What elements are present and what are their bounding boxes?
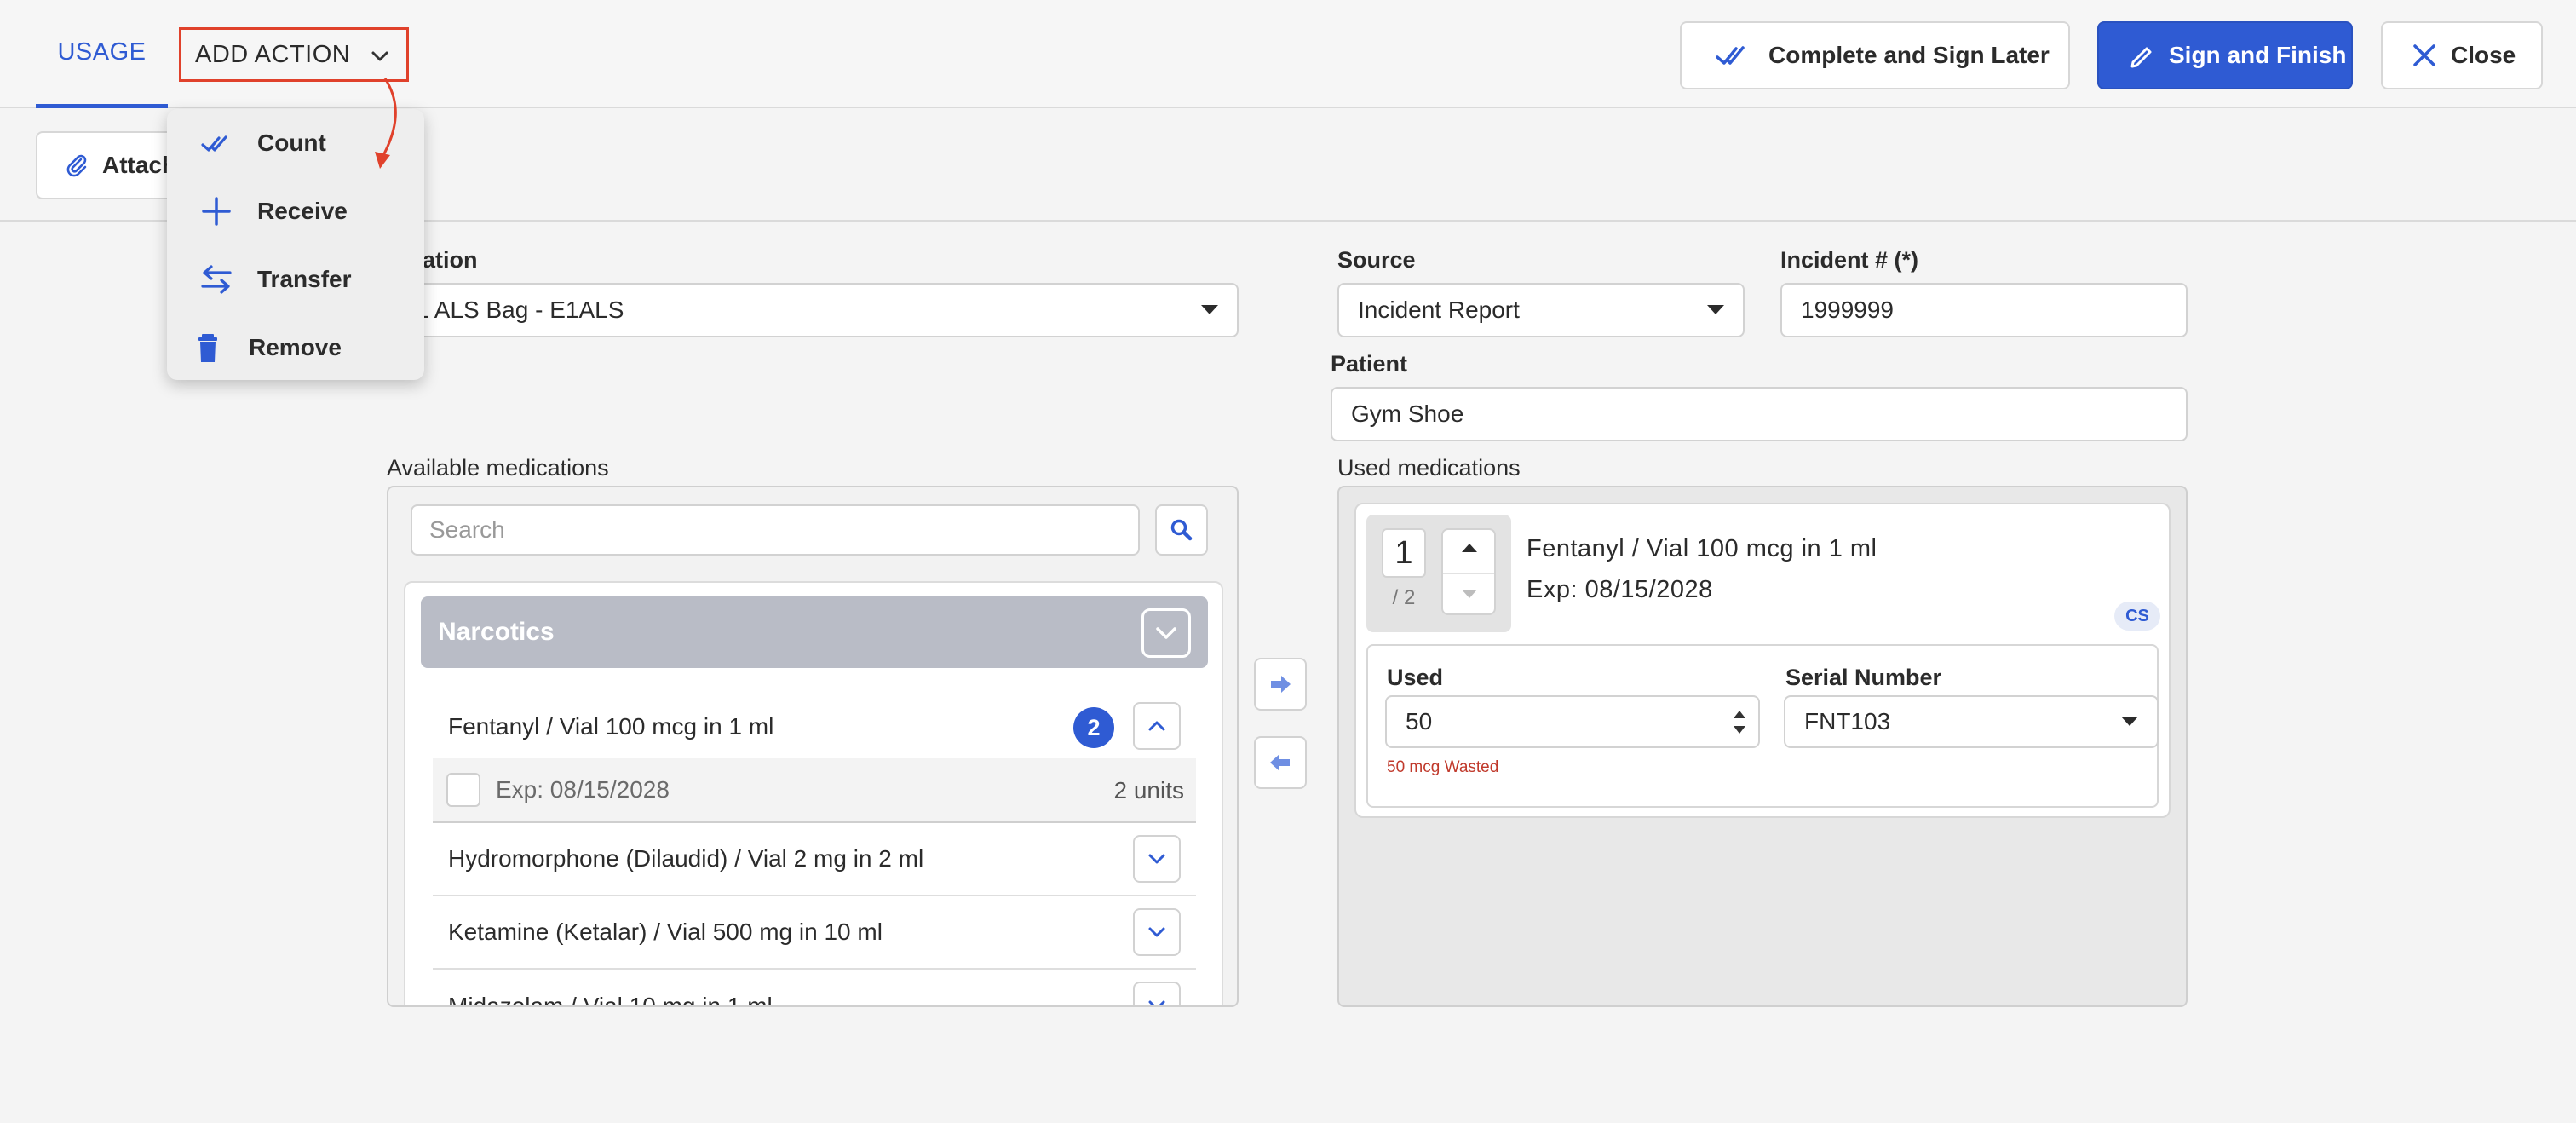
search-icon	[1170, 519, 1193, 541]
sign-and-finish-label: Sign and Finish	[2169, 42, 2347, 68]
serial-number-select[interactable]: FNT103	[1784, 695, 2159, 748]
menu-item-label: Transfer	[257, 266, 352, 292]
lot-exp: Exp: 08/15/2028	[496, 776, 670, 803]
source-select[interactable]: Incident Report	[1337, 283, 1745, 337]
medication-name: Ketamine (Ketalar) / Vial 500 mg in 10 m…	[448, 919, 883, 945]
search-input[interactable]: Search	[411, 504, 1140, 556]
quantity-value[interactable]: 1	[1382, 528, 1426, 578]
expand-button[interactable]	[1133, 835, 1181, 883]
list-item[interactable]: Ketamine (Ketalar) / Vial 500 mg in 10 m…	[433, 896, 1196, 970]
arrow-left-icon	[1270, 754, 1290, 771]
double-check-icon	[1716, 46, 1745, 65]
menu-item-label: Count	[257, 130, 326, 156]
used-medications-label: Used medications	[1337, 455, 1521, 481]
medication-name: Hydromorphone (Dilaudid) / Vial 2 mg in …	[448, 845, 924, 872]
waste-note: 50 mcg Wasted	[1387, 758, 1499, 776]
patient-value: Gym Shoe	[1351, 400, 1464, 427]
serial-number-label: Serial Number	[1785, 665, 1942, 690]
incident-value: 1999999	[1801, 297, 1895, 323]
quantity-stepper: 1 / 2	[1366, 515, 1511, 632]
group-header-narcotics[interactable]: Narcotics	[421, 596, 1208, 668]
sign-and-finish-button[interactable]: Sign and Finish	[2097, 21, 2353, 89]
medication-list: Narcotics Fentanyl / Vial 100 mcg in 1 m…	[404, 581, 1223, 1007]
increment-icon[interactable]	[1462, 544, 1477, 552]
chevron-down-icon	[1148, 854, 1165, 864]
list-item[interactable]: Hydromorphone (Dilaudid) / Vial 2 mg in …	[433, 823, 1196, 896]
menu-item-label: Remove	[249, 334, 342, 360]
lot-units: 2 units	[1113, 777, 1185, 803]
close-icon	[2413, 44, 2435, 66]
quantity-step-buttons[interactable]	[1441, 528, 1496, 615]
controlled-substance-badge: CS	[2114, 602, 2160, 631]
pen-icon	[2130, 47, 2152, 68]
trash-icon	[198, 334, 217, 362]
location-value: 1 ALS Bag - E1ALS	[416, 297, 624, 323]
lot-checkbox[interactable]	[446, 773, 480, 807]
collapse-button[interactable]	[1133, 702, 1181, 750]
location-label: ation	[423, 247, 478, 273]
source-label: Source	[1337, 247, 1416, 273]
menu-item-receive[interactable]: Receive	[167, 177, 424, 245]
expand-button[interactable]	[1133, 982, 1181, 1005]
medication-name: Midazolam / Vial 10 mg in 1 ml	[448, 993, 773, 1007]
menu-item-remove[interactable]: Remove	[167, 314, 424, 382]
close-button[interactable]: Close	[2381, 21, 2543, 89]
move-left-button[interactable]	[1254, 736, 1307, 789]
source-value: Incident Report	[1358, 297, 1520, 323]
tab-usage[interactable]: USAGE	[36, 0, 168, 108]
used-medication-name: Fentanyl / Vial 100 mcg in 1 ml	[1527, 535, 1877, 562]
complete-and-sign-later-label: Complete and Sign Later	[1768, 42, 2050, 68]
add-action-dropdown[interactable]: ADD ACTION	[179, 27, 409, 82]
move-right-button[interactable]	[1254, 658, 1307, 711]
expand-button[interactable]	[1133, 908, 1181, 956]
arrow-right-icon	[1271, 676, 1291, 693]
caret-down-icon	[2121, 717, 2138, 726]
chevron-down-icon	[371, 51, 388, 61]
used-medications-panel: 1 / 2 Fentanyl / Vial 100 mcg in 1 ml Ex…	[1337, 486, 2188, 1007]
used-amount-label: Used	[1387, 665, 1444, 690]
available-medications-label: Available medications	[387, 455, 609, 481]
lot-row[interactable]: Exp: 08/15/2028 2 units	[433, 758, 1196, 823]
spinner-icon[interactable]	[1733, 711, 1746, 738]
count-badge: 2	[1073, 707, 1114, 748]
group-label: Narcotics	[438, 618, 555, 646]
menu-item-transfer[interactable]: Transfer	[167, 245, 424, 314]
usage-details: Used 50 50 mcg Wasted Serial Number FNT1…	[1366, 644, 2159, 808]
close-label: Close	[2451, 42, 2516, 68]
list-item[interactable]: Fentanyl / Vial 100 mcg in 1 ml 2	[433, 690, 1196, 763]
patient-label: Patient	[1331, 351, 1408, 377]
available-medications-panel: Search Narcotics Fentanyl / Vial 100 mcg…	[387, 486, 1239, 1007]
transfer-arrows-icon	[201, 265, 232, 294]
chevron-down-icon	[1148, 1000, 1165, 1005]
used-amount-input[interactable]: 50	[1385, 695, 1760, 748]
incident-input[interactable]: 1999999	[1780, 283, 2188, 337]
medication-name: Fentanyl / Vial 100 mcg in 1 ml	[448, 713, 774, 740]
double-check-icon	[201, 135, 227, 152]
attach-label: Attach	[102, 152, 177, 178]
used-amount-value: 50	[1406, 708, 1433, 734]
patient-input[interactable]: Gym Shoe	[1331, 387, 2188, 441]
serial-number-value: FNT103	[1804, 708, 1891, 734]
decrement-icon[interactable]	[1462, 590, 1477, 598]
chevron-up-icon	[1148, 721, 1165, 731]
group-toggle[interactable]	[1141, 608, 1191, 658]
caret-down-icon	[1201, 305, 1218, 314]
chevron-down-icon	[1148, 927, 1165, 937]
search-button[interactable]	[1155, 504, 1208, 556]
quantity-total: / 2	[1392, 586, 1416, 609]
divider	[1443, 573, 1494, 574]
used-medication-exp: Exp: 08/15/2028	[1527, 576, 1713, 603]
incident-label: Incident # (*)	[1780, 247, 1919, 273]
used-medication-card: 1 / 2 Fentanyl / Vial 100 mcg in 1 ml Ex…	[1354, 503, 2171, 818]
caret-down-icon	[1707, 305, 1724, 314]
plus-icon	[202, 197, 231, 226]
complete-and-sign-later-button[interactable]: Complete and Sign Later	[1680, 21, 2070, 89]
add-action-label: ADD ACTION	[195, 40, 351, 68]
paperclip-icon	[66, 154, 87, 177]
menu-item-label: Receive	[257, 198, 348, 224]
annotation-arrow-icon	[375, 78, 397, 169]
list-item[interactable]: Midazolam / Vial 10 mg in 1 ml	[433, 970, 1196, 1007]
location-select[interactable]: 1 ALS Bag - E1ALS	[395, 283, 1239, 337]
chevron-down-icon	[1156, 627, 1176, 639]
